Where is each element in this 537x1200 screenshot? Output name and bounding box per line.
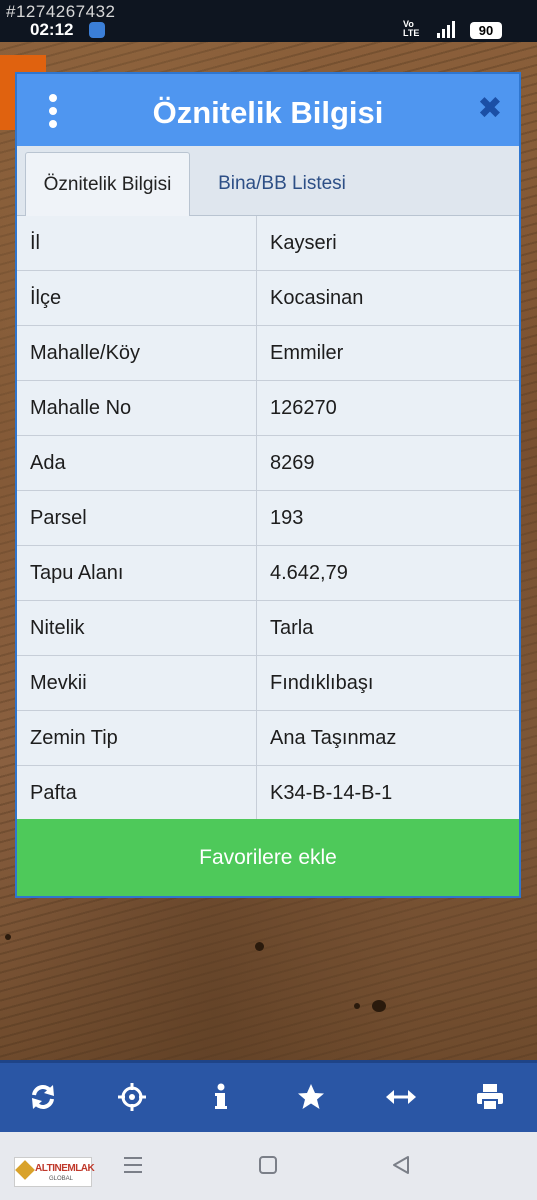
refresh-icon[interactable] — [23, 1077, 63, 1117]
row-label: Nitelik — [17, 601, 257, 655]
table-row: Zemin Tip Ana Taşınmaz — [17, 711, 519, 766]
shield-icon — [89, 22, 105, 38]
tab-attribute-info[interactable]: Öznitelik Bilgisi — [25, 152, 190, 216]
map-feature — [372, 1000, 386, 1012]
battery-icon: 90 — [470, 22, 502, 39]
brand-logo: ALTINEMLAK GLOBAL — [14, 1157, 95, 1187]
locate-icon[interactable] — [112, 1077, 152, 1117]
table-row: İl Kayseri — [17, 216, 519, 271]
star-icon[interactable] — [291, 1077, 331, 1117]
map-feature — [255, 942, 264, 951]
row-value: 4.642,79 — [270, 562, 348, 584]
row-label: Zemin Tip — [17, 711, 257, 765]
row-value: Fındıklıbaşı — [270, 672, 374, 694]
table-row: Mahalle/Köy Emmiler — [17, 326, 519, 381]
row-value: 126270 — [270, 397, 337, 419]
logo-mark-icon — [15, 1160, 35, 1180]
dialog-title: Öznitelik Bilgisi — [152, 95, 384, 130]
row-value: Emmiler — [270, 342, 344, 364]
table-row: Pafta K34-B-14-B-1 — [17, 766, 519, 821]
table-row: Nitelik Tarla — [17, 601, 519, 656]
map-toolbar — [0, 1060, 537, 1132]
table-row: Parsel 193 — [17, 491, 519, 546]
signal-icon — [437, 20, 459, 38]
dialog-header: Öznitelik Bilgisi ✖ — [17, 74, 519, 146]
attribute-info-dialog: Öznitelik Bilgisi ✖ Öznitelik Bilgisi Bi… — [15, 72, 521, 898]
status-bar: #1274267432 02:12 Vo LTE 90 — [0, 0, 537, 42]
close-icon[interactable]: ✖ — [475, 92, 505, 126]
dialog-tabs: Öznitelik Bilgisi Bina/BB Listesi — [17, 146, 519, 216]
row-value: 193 — [270, 507, 304, 529]
row-value: Ana Taşınmaz — [270, 727, 397, 749]
row-value: K34-B-14-B-1 — [270, 782, 393, 804]
back-icon[interactable] — [390, 1154, 412, 1183]
map-feature — [5, 934, 11, 940]
table-row: Tapu Alanı 4.642,79 — [17, 546, 519, 601]
row-label: İlçe — [17, 271, 257, 325]
table-row: Mevkii Fındıklıbaşı — [17, 656, 519, 711]
row-value: Kayseri — [270, 232, 337, 254]
row-value: Kocasinan — [270, 287, 364, 309]
row-label: İl — [17, 216, 257, 270]
status-time: 02:12 — [30, 20, 74, 39]
map-feature — [354, 1003, 360, 1009]
row-value: Tarla — [270, 617, 314, 639]
measure-icon[interactable] — [381, 1077, 421, 1117]
attribute-table: İl Kayseri İlçe Kocasinan Mahalle/Köy Em… — [17, 216, 519, 821]
row-label: Tapu Alanı — [17, 546, 257, 600]
recent-apps-icon[interactable] — [122, 1154, 144, 1183]
add-favorite-button[interactable]: Favorilere ekle — [17, 819, 519, 896]
image-id-watermark: #1274267432 — [6, 2, 116, 21]
table-row: Mahalle No 126270 — [17, 381, 519, 436]
row-label: Mevkii — [17, 656, 257, 710]
tab-building-list[interactable]: Bina/BB Listesi — [192, 152, 372, 216]
table-row: İlçe Kocasinan — [17, 271, 519, 326]
volte-indicator: Vo LTE — [403, 19, 420, 38]
row-label: Pafta — [17, 766, 257, 820]
brand-sub: GLOBAL — [49, 1176, 74, 1182]
system-nav-bar: ALTINEMLAK GLOBAL — [0, 1132, 537, 1200]
row-label: Mahalle/Köy — [17, 326, 257, 380]
home-icon[interactable] — [257, 1154, 279, 1183]
info-icon[interactable] — [201, 1077, 241, 1117]
row-label: Parsel — [17, 491, 257, 545]
brand-name: ALTINEMLAK — [35, 1163, 95, 1174]
row-label: Mahalle No — [17, 381, 257, 435]
row-label: Ada — [17, 436, 257, 490]
print-icon[interactable] — [470, 1077, 510, 1117]
table-row: Ada 8269 — [17, 436, 519, 491]
row-value: 8269 — [270, 452, 315, 474]
